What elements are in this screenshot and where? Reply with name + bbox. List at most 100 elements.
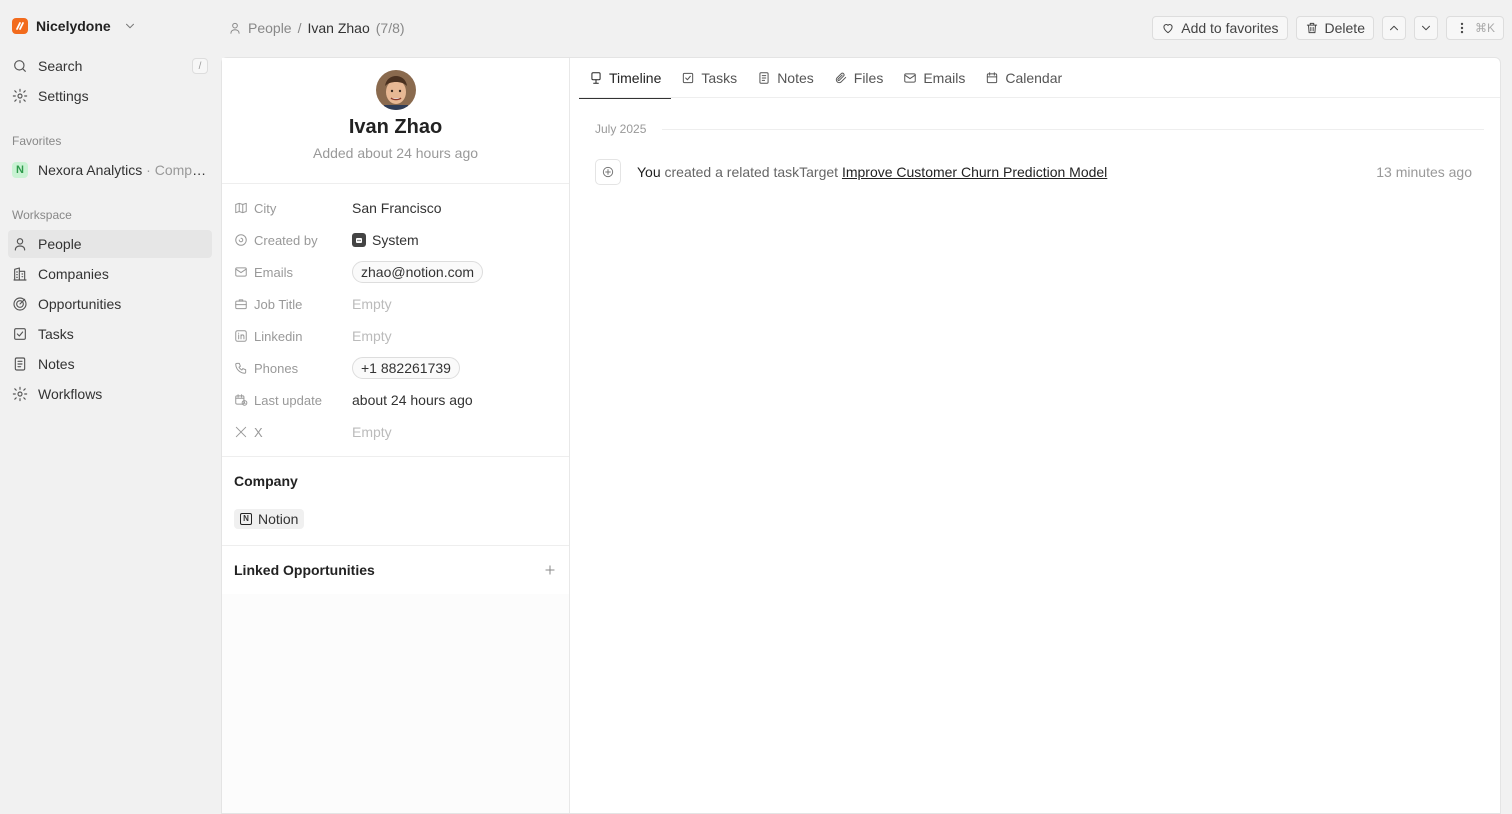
next-record-button[interactable]: [1413, 16, 1438, 40]
breadcrumb-separator: /: [297, 20, 302, 36]
sidebar-item-tasks[interactable]: Tasks: [8, 320, 212, 348]
favorite-label: Nexora Analytics · Compa...: [38, 162, 208, 178]
sidebar-item-notes[interactable]: Notes: [8, 350, 212, 378]
email-chip[interactable]: zhao@notion.com: [352, 261, 484, 283]
tab-timeline[interactable]: Timeline: [579, 58, 672, 99]
add-to-favorites-button[interactable]: Add to favorites: [1152, 16, 1288, 40]
field-label: Created by: [254, 232, 318, 248]
trash-icon: [1306, 22, 1317, 34]
field-linkedin[interactable]: Linkedin Empty: [234, 320, 557, 352]
tab-label: Files: [853, 70, 884, 86]
profile-header: Ivan Zhao Added about 24 hours ago: [222, 58, 569, 184]
target-icon: [13, 297, 27, 311]
person-name[interactable]: Ivan Zhao: [222, 116, 569, 139]
favorite-badge: N: [12, 162, 28, 178]
record-tabs: Timeline Tasks Notes Files Emails Calend…: [579, 58, 1500, 99]
field-value-wrapper: zhao@notion.com: [352, 261, 484, 283]
tab-label: Calendar: [1005, 70, 1063, 86]
delete-button[interactable]: Delete: [1295, 16, 1374, 40]
event-time: 13 minutes ago: [1376, 164, 1472, 180]
robot-icon: [352, 233, 366, 247]
favorite-item-nexora[interactable]: N Nexora Analytics · Compa...: [8, 156, 212, 184]
tab-label: Emails: [923, 70, 966, 86]
tab-tasks[interactable]: Tasks: [671, 58, 747, 98]
field-x[interactable]: X Empty: [234, 416, 557, 448]
sidebar-item-workflows[interactable]: Workflows: [8, 380, 212, 408]
workspace-title: Workspace: [12, 208, 72, 222]
month-divider: [662, 128, 1484, 130]
breadcrumb: People / Ivan Zhao (7/8): [228, 20, 405, 36]
field-key: Phones: [234, 361, 352, 376]
field-last-update: Last update about 24 hours ago: [234, 384, 557, 416]
field-label: Last update: [254, 392, 322, 408]
field-value: San Francisco: [352, 200, 442, 216]
tab-emails[interactable]: Emails: [893, 58, 975, 98]
timeline-month: July 2025: [595, 122, 647, 136]
note-icon: [759, 72, 769, 84]
event-actor: You: [637, 164, 661, 180]
favorite-name: Nexora Analytics: [38, 162, 143, 178]
plus-circle-icon: [595, 159, 621, 185]
sidebar-item-label: Workflows: [38, 386, 103, 402]
more-vertical-icon: [1460, 22, 1464, 34]
sidebar-item-label: People: [38, 236, 82, 252]
field-job-title[interactable]: Job Title Empty: [234, 288, 557, 320]
delete-label: Delete: [1324, 20, 1365, 36]
add-to-favorites-label: Add to favorites: [1181, 20, 1279, 36]
more-actions-shortcut: ⌘K: [1474, 21, 1495, 35]
previous-record-button[interactable]: [1381, 16, 1406, 40]
x-icon: [235, 426, 247, 438]
company-chip[interactable]: N Notion: [234, 509, 305, 529]
field-value: about 24 hours ago: [352, 392, 473, 408]
sidebar-search-label: Search: [38, 58, 83, 74]
person-icon: [230, 22, 240, 34]
sidebar-item-people[interactable]: People: [8, 230, 212, 258]
phone-chip[interactable]: +1 882261739: [352, 357, 460, 379]
sidebar-item-label: Companies: [38, 266, 109, 282]
favorite-type: · Compa...: [146, 162, 208, 178]
field-value: System: [372, 232, 419, 248]
plus-icon: [545, 565, 555, 575]
checkbox-icon: [683, 72, 694, 84]
field-value: Empty: [352, 296, 392, 312]
field-phones[interactable]: Phones +1 882261739: [234, 352, 557, 384]
event-task-link[interactable]: Improve Customer Churn Prediction Model: [842, 164, 1107, 180]
add-opportunity-button[interactable]: [543, 563, 557, 577]
added-timestamp: Added about 24 hours ago: [312, 145, 479, 161]
calendar-clock-icon: [235, 394, 248, 406]
search-shortcut: /: [192, 58, 208, 74]
linked-opportunities-title: Linked Opportunities: [234, 562, 375, 578]
field-emails[interactable]: Emails zhao@notion.com: [234, 256, 557, 288]
sidebar-item-opportunities[interactable]: Opportunities: [8, 290, 212, 318]
field-key: Emails: [234, 265, 352, 280]
tab-calendar[interactable]: Calendar: [975, 58, 1072, 98]
record-details-panel: Ivan Zhao Added about 24 hours ago City …: [222, 58, 570, 813]
mail-icon: [235, 267, 247, 277]
sidebar-settings-label: Settings: [38, 88, 89, 104]
more-actions-button[interactable]: ⌘K: [1445, 16, 1504, 40]
sidebar-item-companies[interactable]: Companies: [8, 260, 212, 288]
event-text: You created a related taskTarget Improve…: [637, 164, 1107, 180]
field-label: Emails: [254, 264, 294, 280]
mail-icon: [904, 73, 917, 83]
person-icon: [14, 238, 26, 251]
notion-logo-icon: N: [240, 513, 252, 525]
tab-notes[interactable]: Notes: [747, 58, 824, 98]
field-value: Empty: [352, 424, 392, 440]
field-city[interactable]: City San Francisco: [234, 192, 557, 224]
tab-label: Tasks: [701, 70, 738, 86]
timeline-month-header: July 2025: [595, 122, 1484, 136]
sidebar-search[interactable]: Search /: [8, 52, 212, 80]
field-created-by[interactable]: Created by System: [234, 224, 557, 256]
breadcrumb-parent[interactable]: People: [248, 20, 292, 36]
record-page: Ivan Zhao Added about 24 hours ago City …: [221, 57, 1501, 814]
workspace-switcher[interactable]: Nicelydone: [8, 0, 212, 52]
breadcrumb-current: Ivan Zhao: [307, 20, 370, 36]
avatar[interactable]: [375, 70, 416, 110]
chevron-down-icon: [1421, 25, 1430, 31]
sidebar: Nicelydone Search / Settings Favorites N…: [0, 0, 220, 814]
sidebar-settings[interactable]: Settings: [8, 82, 212, 110]
calendar-icon: [987, 72, 998, 84]
tab-files[interactable]: Files: [824, 58, 894, 98]
event-action: created a related taskTarget: [664, 164, 839, 180]
